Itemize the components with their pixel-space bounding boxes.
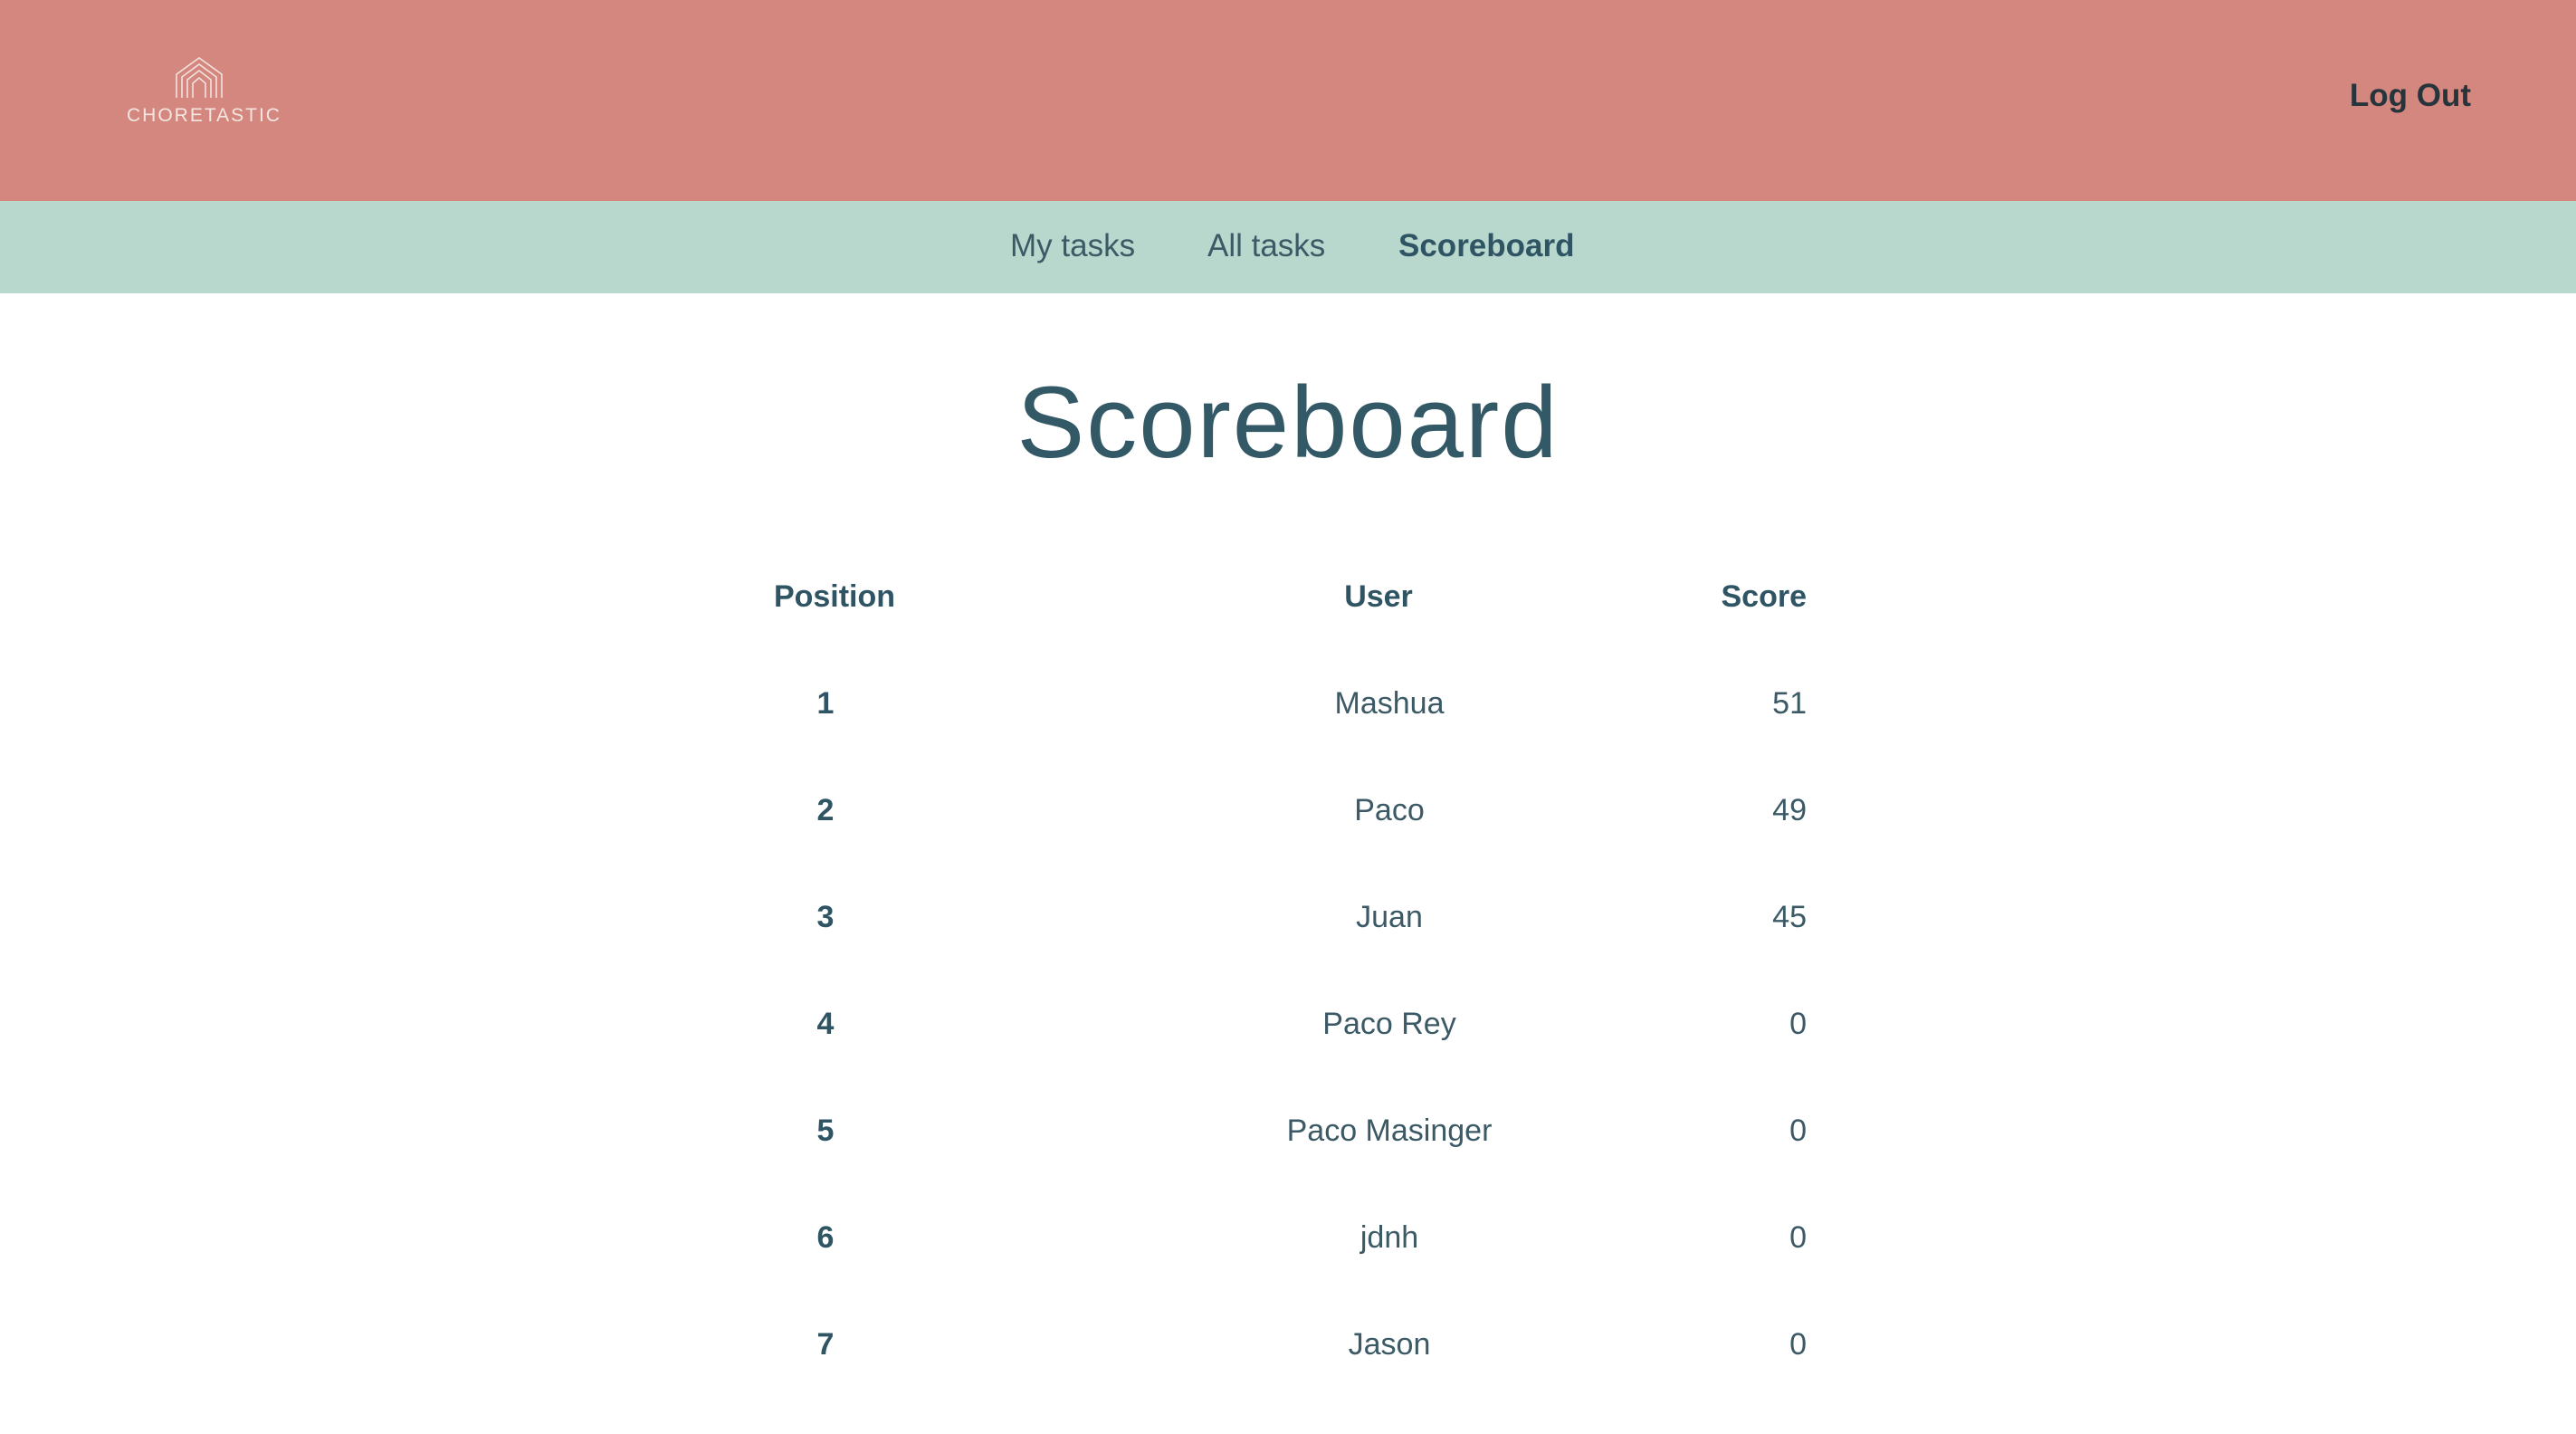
- nav-item-all-tasks[interactable]: All tasks: [1207, 228, 1325, 264]
- page-title: Scoreboard: [1016, 366, 1560, 479]
- brand-name: CHORETASTIC: [127, 105, 281, 126]
- table-row: 5 Paco Masinger 0: [724, 1114, 1828, 1220]
- row-score: 45: [1772, 900, 1807, 934]
- row-user: Mashua: [1334, 686, 1445, 721]
- row-score: 49: [1772, 793, 1807, 827]
- nav-item-scoreboard[interactable]: Scoreboard: [1398, 228, 1575, 264]
- logout-link[interactable]: Log Out: [2350, 78, 2471, 114]
- row-user: Jason: [1348, 1327, 1431, 1362]
- table-header-row: Position User Score: [724, 579, 1828, 686]
- row-user: Paco: [1354, 793, 1425, 827]
- table-row: 4 Paco Rey 0: [724, 1007, 1828, 1114]
- house-lines-logo-icon: [176, 57, 223, 98]
- row-user: Juan: [1356, 900, 1423, 934]
- nav-item-my-tasks[interactable]: My tasks: [1010, 228, 1135, 264]
- brand-logo[interactable]: CHORETASTIC: [127, 56, 281, 127]
- row-score: 0: [1789, 1327, 1807, 1362]
- row-position: 1: [816, 686, 835, 721]
- column-header-score: Score: [1721, 579, 1808, 614]
- table-row: 2 Paco 49: [724, 793, 1828, 900]
- scoreboard-table: Position User Score 1 Mashua 51 2 Paco 4…: [724, 579, 1828, 1434]
- row-user: Paco Rey: [1322, 1007, 1456, 1041]
- table-row: 3 Juan 45: [724, 900, 1828, 1007]
- row-score: 0: [1789, 1220, 1807, 1255]
- column-header-position: Position: [773, 579, 896, 614]
- row-user: Paco Masinger: [1286, 1114, 1493, 1148]
- row-position: 4: [816, 1007, 835, 1041]
- row-position: 6: [816, 1220, 835, 1255]
- row-position: 2: [816, 793, 835, 827]
- row-user: jdnh: [1360, 1220, 1419, 1255]
- main-nav: My tasks All tasks Scoreboard: [0, 201, 2576, 293]
- row-score: 0: [1789, 1007, 1807, 1041]
- table-row: 7 Jason 0: [724, 1327, 1828, 1434]
- row-position: 7: [816, 1327, 835, 1362]
- top-header: CHORETASTIC Log Out: [0, 0, 2576, 201]
- row-score: 51: [1772, 686, 1807, 721]
- column-header-user: User: [1344, 579, 1413, 614]
- row-position: 5: [816, 1114, 835, 1148]
- table-row: 1 Mashua 51: [724, 686, 1828, 793]
- row-score: 0: [1789, 1114, 1807, 1148]
- table-row: 6 jdnh 0: [724, 1220, 1828, 1327]
- row-position: 3: [816, 900, 835, 934]
